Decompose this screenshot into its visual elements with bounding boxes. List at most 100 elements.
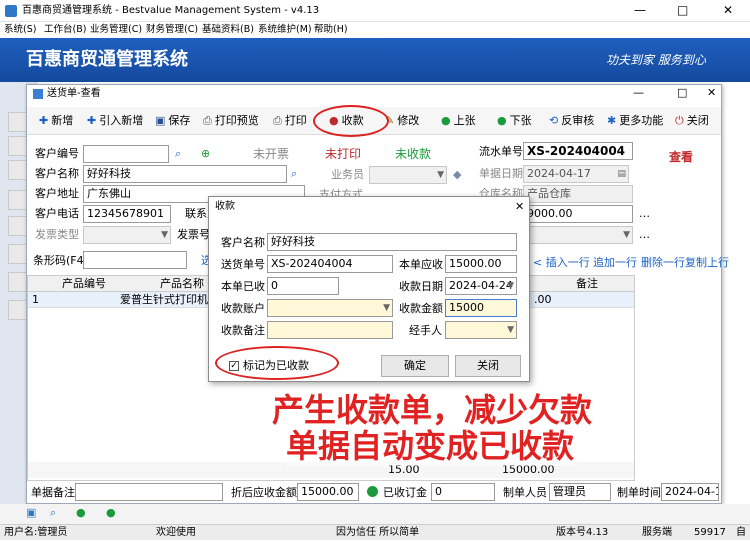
menu-workbench[interactable]: 工作台(B) [44,22,86,38]
toolbar-print-preview-button[interactable]: ⎙ 打印预览 [203,109,259,133]
dlg-handler-select[interactable]: ▼ [445,321,517,339]
amount-partial: 9000.00 [523,205,633,223]
doc-minimize-button[interactable]: — [633,85,644,101]
app-titlebar: 百惠商贸通管理系统 - Bestvalue Management System … [0,0,750,22]
barcode-input[interactable] [83,251,187,269]
toolbar-import-button[interactable]: ✚ 引入新增 [87,109,143,133]
search-icon[interactable]: ⌕ [175,146,181,162]
doc-title: 送货单-查看 [47,88,101,99]
small-icon-c[interactable]: ● [76,505,86,521]
menu-help[interactable]: 帮助(H) [314,22,348,38]
invoice-type-select[interactable]: ▼ [83,226,171,244]
app-icon [5,5,17,17]
menu-bar: 系统(S) 工作台(B) 业务管理(C) 财务管理(C) 基础资料(B) 系统维… [0,22,750,38]
doc-icon [33,89,43,99]
salesman-select[interactable]: ▼ [369,166,447,184]
toolbar-prev-button[interactable]: ● 上张 [441,109,476,133]
menu-system[interactable]: 系统(S) [4,22,36,38]
dlg-customer-input[interactable]: 好好科技 [267,233,517,251]
status-user: 用户名:管理员 [4,527,68,538]
right-select[interactable]: ▼ [523,226,633,244]
dlg-date-select[interactable]: 2024-04-24 ▼ [445,277,517,295]
dlg-order-input[interactable]: XS-202404004 [267,255,393,273]
print-preview-icon: ⎙ [203,114,212,127]
toolbar-edit-button[interactable]: ✎ 修改 [385,109,419,133]
customer-code-input[interactable] [83,145,169,163]
menu-business[interactable]: 业务管理(C) [90,22,142,38]
toolbar-unaudit-button[interactable]: ⟲ 反审核 [549,109,594,133]
dlg-remark-input[interactable] [267,321,393,339]
status-pay: 未收款 [395,147,432,161]
col-product-name: 产品名称 [160,277,204,290]
row-partial-value: .00 [534,293,552,306]
delete-row-link[interactable]: 删除一行 [641,255,685,271]
menu-basic-data[interactable]: 基础资料(B) [202,22,254,38]
dlg-account-select[interactable]: ▼ [267,299,393,317]
dlg-due-input[interactable]: 15000.00 [445,255,517,273]
dialog-ok-button[interactable]: 确定 [381,355,449,377]
dlg-remark-label: 收款备注 [221,324,265,337]
insert-row-link[interactable]: < 插入一行 [533,255,590,271]
customer-phone-input[interactable]: 12345678901 [83,205,171,223]
status-number: 59917 [694,527,726,538]
small-icon-a[interactable]: ▣ [26,505,36,521]
discount-input[interactable]: 15000.00 [297,483,359,501]
status-welcome: 欢迎使用 [156,527,196,538]
status-print: 未打印 [325,147,362,161]
doc-remark-input[interactable] [75,483,223,501]
dlg-amount-label: 收款金额 [399,302,443,315]
col-remark: 备注 [576,277,598,290]
toolbar-print-button[interactable]: ⎙ 打印 [273,109,307,133]
print-icon: ⎙ [273,114,282,127]
save-icon: ▣ [155,114,166,127]
deposit-label: 已收订金 [383,486,427,499]
row-product-name: 爱普生针式打印机 [120,293,208,306]
discount-label: 折后应收金额 [231,486,297,499]
dlg-received-input[interactable]: 0 [267,277,339,295]
more-dots[interactable]: … [639,227,650,243]
invoice-type-label: 发票类型 [35,228,79,241]
customer-name-input[interactable]: 好好科技 [83,165,287,183]
date-input[interactable]: 2024-04-17 ▤ [523,165,629,183]
add-icon[interactable]: ⊕ [201,146,210,162]
append-row-link[interactable]: 追加一行 [593,255,637,271]
toolbar-next-button[interactable]: ● 下张 [497,109,532,133]
toolbar-more-button[interactable]: ✱ 更多功能 [607,109,663,133]
plus-icon: ✚ [39,114,49,127]
toolbar-close-button[interactable]: ⏻ 关闭 [675,109,709,133]
small-icon-d[interactable]: ● [106,505,116,521]
more-dots[interactable]: … [639,206,650,222]
status-motto: 因为信任 所以简单 [336,527,420,538]
toolbar-new-button[interactable]: ✚ 新增 [39,109,73,133]
menu-maintenance[interactable]: 系统维护(M) [258,22,312,38]
status-version: 版本号4.13 [556,527,609,538]
dialog-cancel-button[interactable]: 关闭 [455,355,521,377]
close-icon: ⏻ [675,114,684,127]
customer-addr-label: 客户地址 [35,187,79,200]
warehouse-select[interactable]: 产品仓库 [523,185,633,203]
app-title: 百惠商贸通管理系统 - Bestvalue Management System … [22,5,320,16]
dialog-close-icon[interactable]: ✕ [515,199,524,215]
dlg-account-label: 收款账户 [221,302,265,315]
doc-close-button[interactable]: ✕ [707,85,716,101]
close-window-button[interactable]: ✕ [723,2,733,18]
col-product-code: 产品编号 [62,277,106,290]
unaudit-icon: ⟲ [549,114,559,127]
copy-row-link[interactable]: 复制上行 [685,255,729,271]
toolbar-save-button[interactable]: ▣ 保存 [155,109,190,133]
serial-input[interactable]: XS-202404004 [523,142,633,160]
minimize-button[interactable]: — [634,2,646,18]
menu-finance[interactable]: 财务管理(C) [146,22,198,38]
dlg-received-label: 本单已收 [221,280,265,293]
small-icon-b[interactable]: ⌕ [50,505,56,521]
banner-slogan: 功夫到家 服务到心 [606,53,706,67]
dlg-order-label: 送货单号 [221,258,265,271]
maximize-button[interactable]: □ [677,2,688,18]
status-dot-icon [367,486,378,497]
doc-maximize-button[interactable]: □ [677,85,687,101]
dlg-amount-input[interactable]: 15000 [445,299,517,317]
mode-label: 查看 [669,150,694,164]
deposit-input[interactable]: 0 [431,483,495,501]
customer-search-icon[interactable]: ⌕ [291,166,297,182]
dlg-due-label: 本单应收 [399,258,443,271]
